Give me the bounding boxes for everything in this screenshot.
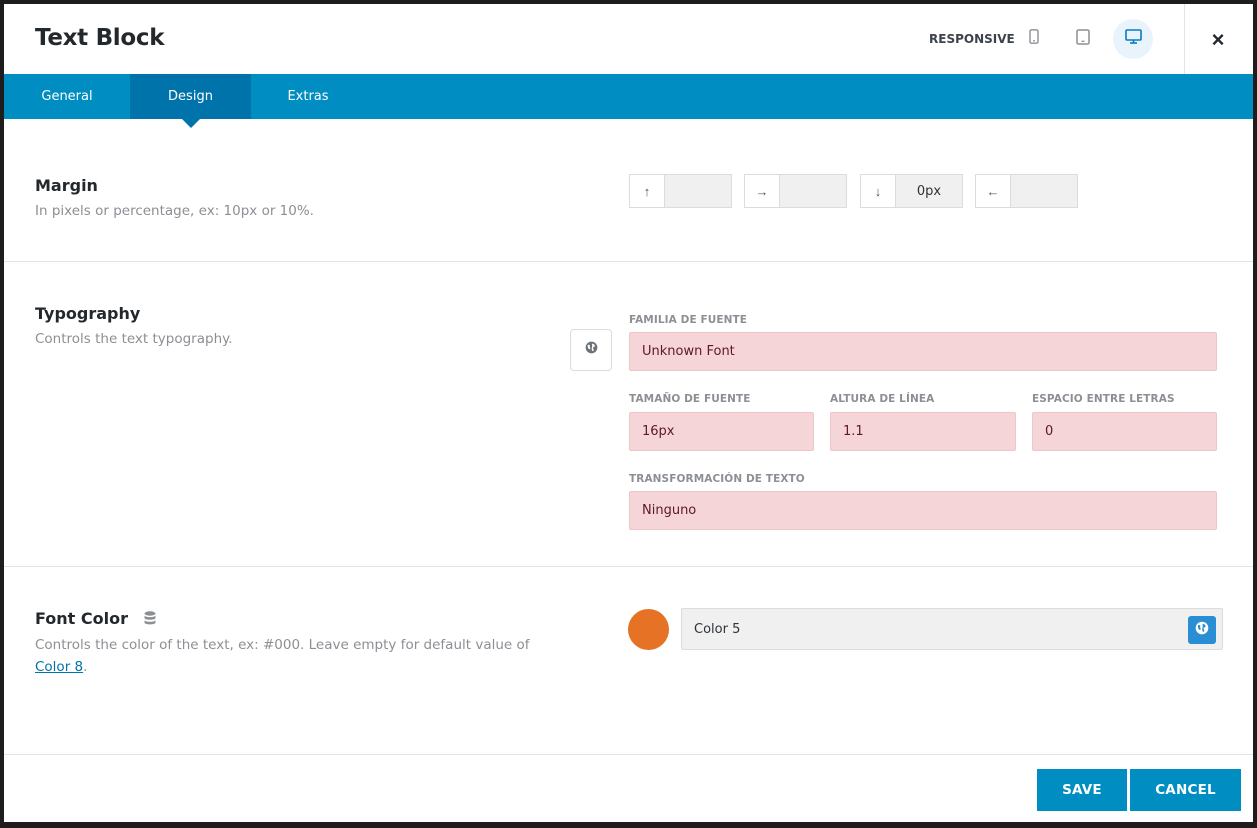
color-select-value: Color 5 — [694, 621, 741, 637]
color-swatch[interactable] — [628, 609, 669, 650]
font-size-label: TAMAÑO DE FUENTE — [629, 393, 751, 405]
tablet-icon — [1076, 28, 1090, 50]
color-8-link[interactable]: Color 8 — [35, 659, 83, 675]
margin-description: In pixels or percentage, ex: 10px or 10%… — [35, 203, 314, 219]
margin-bottom-group: ↓ 0px — [860, 174, 963, 208]
modal-footer: SAVE CANCEL — [4, 754, 1253, 822]
tab-general-label: General — [41, 89, 93, 104]
arrow-left-icon: ← — [975, 174, 1010, 208]
tablet-device-button[interactable] — [1063, 19, 1103, 59]
arrow-right-icon: → — [744, 174, 779, 208]
margin-right-group: → — [744, 174, 847, 208]
modal-header: Text Block RESPONSIVE × — [4, 4, 1253, 74]
margin-bottom-input[interactable]: 0px — [895, 174, 963, 208]
margin-title: Margin — [35, 176, 98, 195]
typography-description: Controls the text typography. — [35, 331, 233, 347]
font-color-description-text: Controls the color of the text, ex: #000… — [35, 637, 530, 653]
typography-title: Typography — [35, 304, 141, 323]
mobile-device-button[interactable] — [1014, 19, 1054, 59]
margin-right-input[interactable] — [779, 174, 847, 208]
font-family-field[interactable]: Unknown Font — [629, 332, 1217, 371]
tab-extras[interactable]: Extras — [251, 74, 365, 119]
tab-design[interactable]: Design — [130, 74, 251, 128]
font-color-title-text: Font Color — [35, 609, 128, 628]
globe-icon — [1195, 621, 1209, 639]
mobile-icon — [1029, 29, 1039, 49]
global-typography-button[interactable] — [570, 329, 612, 371]
responsive-label: RESPONSIVE — [929, 32, 1015, 46]
arrow-up-icon: ↑ — [629, 174, 664, 208]
color-select[interactable]: Color 5 — [681, 608, 1223, 650]
text-block-modal: Text Block RESPONSIVE × General Design E… — [4, 4, 1253, 822]
tab-extras-label: Extras — [287, 89, 329, 104]
line-height-label: ALTURA DE LÍNEA — [830, 393, 935, 405]
letter-spacing-field[interactable]: 0 — [1032, 412, 1217, 451]
margin-top-input[interactable] — [664, 174, 732, 208]
save-button[interactable]: SAVE — [1037, 769, 1127, 811]
modal-title: Text Block — [35, 25, 165, 51]
desktop-icon — [1124, 29, 1142, 49]
database-icon[interactable] — [144, 610, 156, 629]
letter-spacing-label: ESPACIO ENTRE LETRAS — [1032, 393, 1175, 405]
margin-left-group: ← — [975, 174, 1078, 208]
globe-icon — [585, 341, 598, 359]
desktop-device-button[interactable] — [1113, 19, 1153, 59]
tab-general[interactable]: General — [4, 74, 130, 119]
header-divider — [1184, 4, 1185, 74]
line-height-field[interactable]: 1.1 — [830, 412, 1016, 451]
font-size-field[interactable]: 16px — [629, 412, 814, 451]
font-family-label: FAMILIA DE FUENTE — [629, 314, 748, 326]
cancel-button[interactable]: CANCEL — [1130, 769, 1241, 811]
font-color-description: Controls the color of the text, ex: #000… — [35, 634, 535, 678]
tab-bar: General Design Extras — [4, 74, 1253, 128]
text-transform-label: TRANSFORMACIÓN DE TEXTO — [629, 473, 805, 485]
tab-design-label: Design — [168, 89, 213, 104]
text-transform-field[interactable]: Ninguno — [629, 491, 1217, 530]
font-color-title: Font Color — [35, 609, 156, 629]
arrow-down-icon: ↓ — [860, 174, 895, 208]
font-color-description-suffix: . — [83, 659, 88, 675]
margin-top-group: ↑ — [629, 174, 732, 208]
global-color-button[interactable] — [1188, 616, 1216, 644]
margin-left-input[interactable] — [1010, 174, 1078, 208]
close-button[interactable]: × — [1204, 26, 1232, 54]
close-icon: × — [1211, 27, 1225, 52]
